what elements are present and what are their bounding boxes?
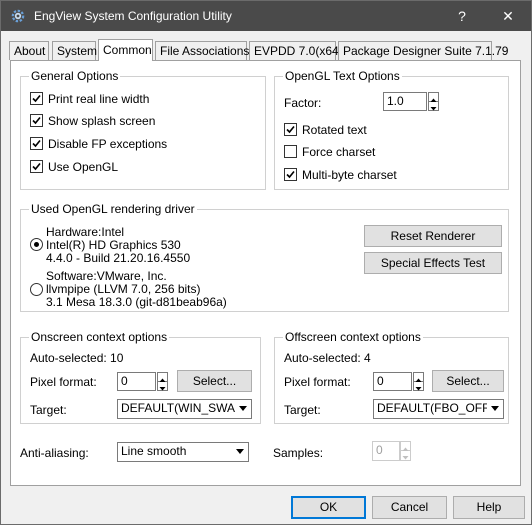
close-icon: ✕ <box>502 8 514 24</box>
factor-label: Factor: <box>284 96 322 110</box>
onscreen-select-button[interactable]: Select... <box>177 370 252 392</box>
offscreen-target-dropdown[interactable]: DEFAULT(FBO_OFFSC <box>373 399 504 419</box>
samples-label: Samples: <box>273 446 324 460</box>
onscreen-pixel-format-spinner[interactable] <box>157 372 168 391</box>
dialog-window: EngView System Configuration Utility ? ✕… <box>0 0 532 525</box>
gear-icon <box>9 7 27 25</box>
checkbox-label: Disable FP exceptions <box>48 137 168 151</box>
spin-down-icon[interactable] <box>158 382 167 390</box>
title-bar[interactable]: EngView System Configuration Utility ? ✕ <box>1 1 531 31</box>
onscreen-auto-selected: Auto-selected: 10 <box>30 351 124 365</box>
opengl-driver-group: Used OpenGL rendering driver Hardware:In… <box>20 202 509 312</box>
offscreen-context-group: Offscreen context options Auto-selected:… <box>274 330 509 424</box>
help-title-button[interactable]: ? <box>439 1 485 31</box>
anti-aliasing-dropdown[interactable]: Line smooth <box>117 442 249 462</box>
spin-down-icon[interactable] <box>414 382 423 390</box>
chevron-down-icon[interactable] <box>487 400 503 418</box>
reset-renderer-button[interactable]: Reset Renderer <box>364 225 502 247</box>
hardware-vendor: Hardware:Intel <box>46 225 125 239</box>
onscreen-context-group: Onscreen context options Auto-selected: … <box>20 330 261 424</box>
opengl-driver-title: Used OpenGL rendering driver <box>29 202 197 216</box>
tab-common[interactable]: Common <box>98 39 153 61</box>
offscreen-pixel-format-input[interactable]: 0 <box>373 372 412 391</box>
general-options-title: General Options <box>29 69 121 83</box>
hardware-version: 4.4.0 - Build 21.20.16.4550 <box>46 251 191 265</box>
onscreen-context-title: Onscreen context options <box>29 330 170 344</box>
radio-button[interactable] <box>30 238 43 251</box>
checkbox-label: Force charset <box>302 145 376 159</box>
checkbox-box[interactable] <box>30 114 43 127</box>
software-vendor: Software:VMware, Inc. <box>46 269 167 283</box>
offscreen-target-label: Target: <box>284 403 321 417</box>
tab-file-associations[interactable]: File Associations <box>155 41 249 60</box>
factor-input[interactable]: 1.0 <box>383 92 427 111</box>
special-effects-test-button[interactable]: Special Effects Test <box>364 252 502 274</box>
anti-aliasing-value: Line smooth <box>121 444 187 458</box>
common-tab-page: General Options Print real line width Sh… <box>10 60 521 486</box>
checkbox-box[interactable] <box>284 145 297 158</box>
software-renderer: llvmpipe (LLVM 7.0, 256 bits) <box>46 282 201 296</box>
factor-spinner[interactable] <box>428 92 439 111</box>
checkbox-box[interactable] <box>284 123 297 136</box>
opengl-text-options-title: OpenGL Text Options <box>283 69 402 83</box>
checkbox-label: Multi-byte charset <box>302 168 397 182</box>
checkbox-box[interactable] <box>30 137 43 150</box>
opengl-text-options-group: OpenGL Text Options Factor: 1.0 Rotated … <box>274 69 509 190</box>
checkbox-box[interactable] <box>30 92 43 105</box>
chevron-down-icon[interactable] <box>232 443 248 461</box>
onscreen-pixel-format-input[interactable]: 0 <box>117 372 156 391</box>
tab-package-designer-suite[interactable]: Package Designer Suite 7.1.79 <box>338 41 508 60</box>
question-mark-icon: ? <box>458 8 466 24</box>
offscreen-target-value: DEFAULT(FBO_OFFSC <box>377 401 504 415</box>
tab-about[interactable]: About <box>9 41 49 60</box>
hardware-renderer: Intel(R) HD Graphics 530 <box>46 238 181 252</box>
checkbox-box[interactable] <box>284 168 297 181</box>
offscreen-context-title: Offscreen context options <box>283 330 423 344</box>
spin-down-icon[interactable] <box>429 102 438 110</box>
checkbox-box[interactable] <box>30 160 43 173</box>
window-title: EngView System Configuration Utility <box>34 9 232 23</box>
close-button[interactable]: ✕ <box>485 1 531 31</box>
spin-up-icon <box>401 442 410 451</box>
anti-aliasing-label: Anti-aliasing: <box>20 446 89 460</box>
spin-down-icon <box>401 451 410 460</box>
software-version: 3.1 Mesa 18.3.0 (git-d81beab96a) <box>46 295 227 309</box>
onscreen-pixel-format-label: Pixel format: <box>30 375 97 389</box>
samples-spinner <box>400 441 411 461</box>
offscreen-pixel-format-spinner[interactable] <box>413 372 424 391</box>
checkbox-label: Use OpenGL <box>48 160 119 174</box>
onscreen-target-value: DEFAULT(WIN_SWAP <box>121 401 244 415</box>
cancel-button[interactable]: Cancel <box>372 496 447 519</box>
onscreen-target-label: Target: <box>30 403 67 417</box>
offscreen-pixel-format-label: Pixel format: <box>284 375 351 389</box>
spin-up-icon[interactable] <box>158 373 167 382</box>
offscreen-select-button[interactable]: Select... <box>432 370 504 392</box>
radio-button[interactable] <box>30 283 43 296</box>
spin-up-icon[interactable] <box>429 93 438 102</box>
chevron-down-icon[interactable] <box>235 400 251 418</box>
ok-button[interactable]: OK <box>291 496 366 519</box>
checkbox-label: Print real line width <box>48 92 150 106</box>
onscreen-target-dropdown[interactable]: DEFAULT(WIN_SWAP <box>117 399 252 419</box>
general-options-group: General Options Print real line width Sh… <box>20 69 266 190</box>
checkbox-label: Show splash screen <box>48 114 156 128</box>
tab-system[interactable]: System <box>52 41 97 60</box>
offscreen-auto-selected: Auto-selected: 4 <box>284 351 371 365</box>
tab-strip: About System Common File Associations EV… <box>9 39 525 61</box>
checkbox-label: Rotated text <box>302 123 367 137</box>
samples-input: 0 <box>372 441 400 461</box>
help-button[interactable]: Help <box>453 496 525 519</box>
tab-evpdd[interactable]: EVPDD 7.0(x64) <box>249 41 343 60</box>
spin-up-icon[interactable] <box>414 373 423 382</box>
